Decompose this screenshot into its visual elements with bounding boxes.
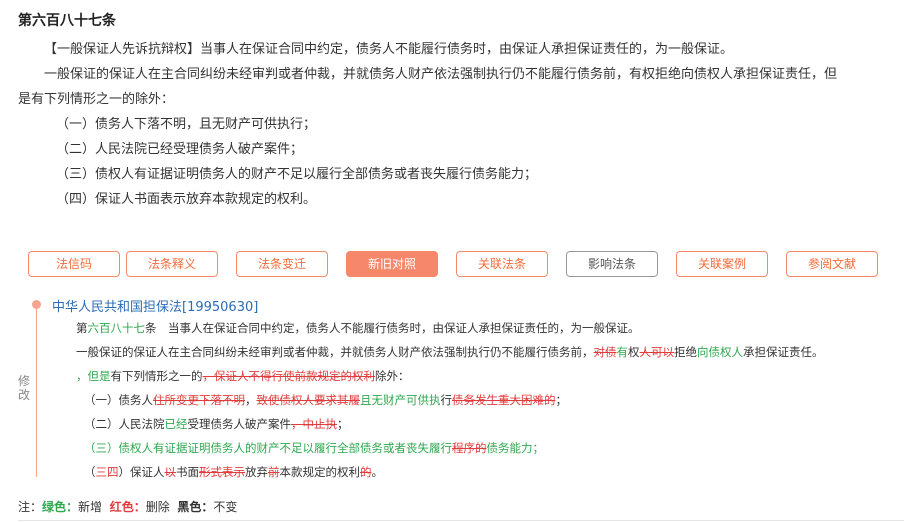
compare-line-5: （二）人民法院已经受理债务人破产案件，中止执；: [84, 417, 349, 431]
legend-note: 注：绿色：新增 红色：删除 黑色：不变: [18, 500, 238, 514]
article-item-2: （二）人民法院已经受理债务人破产案件；: [56, 142, 304, 157]
tab-related-cases[interactable]: 关联案例: [676, 251, 768, 277]
tab-interpretation[interactable]: 法条释义: [126, 251, 218, 277]
tab-related-articles[interactable]: 关联法条: [456, 251, 548, 277]
timeline-line: [36, 305, 37, 477]
tab-compare[interactable]: 新旧对照: [346, 251, 438, 277]
compare-line-3: ，但是有下列情形之一的，保证人不得行使前款规定的权利除外：: [76, 369, 410, 383]
article-title: 第六百八十七条: [18, 13, 116, 29]
compare-line-7: （三四）保证人以书面形式表示放弃前本款规定的权利的。: [84, 465, 383, 479]
article-item-3: （三）债权人有证据证明债务人的财产不足以履行全部债务或者丧失履行债务能力；: [56, 167, 538, 182]
side-label-modify: 修改: [17, 374, 30, 402]
article-paragraph-2: 一般保证的保证人在主合同纠纷未经审判或者仲裁，并就债务人财产依法强制执行仍不能履…: [44, 67, 838, 82]
compare-line-2: 一般保证的保证人在主合同纠纷未经审判或者仲裁，并就债务人财产依法强制执行仍不能履…: [76, 345, 824, 359]
tab-fxm[interactable]: 法信码: [28, 251, 120, 277]
tab-references[interactable]: 参阅文献: [786, 251, 878, 277]
compare-line-6: （三）债权人有证据证明债务人的财产不足以履行全部债务或者丧失履行程序的债务能力；: [84, 441, 544, 455]
compare-line-1: 第六百八十七条 当事人在保证合同中约定，债务人不能履行债务时，由保证人承担保证责…: [76, 321, 640, 335]
compare-line-4: （一）债务人住所变更下落不明，致使债权人要求其履且无财产可供执行债务发生重大困难…: [84, 393, 567, 407]
law-title-link[interactable]: 中华人民共和国担保法[19950630]: [52, 296, 258, 315]
tab-affected-articles[interactable]: 影响法条: [566, 251, 658, 277]
tab-changes[interactable]: 法条变迁: [236, 251, 328, 277]
article-paragraph-2-cont: 是有下列情形之一的除外：: [18, 92, 175, 107]
bottom-divider: [18, 520, 904, 521]
article-item-4: （四）保证人书面表示放弃本款规定的权利。: [56, 192, 317, 207]
article-item-1: （一）债务人下落不明，且无财产可供执行；: [56, 117, 317, 132]
article-paragraph-1: 【一般保证人先诉抗辩权】当事人在保证合同中约定，债务人不能履行债务时，由保证人承…: [44, 42, 734, 57]
